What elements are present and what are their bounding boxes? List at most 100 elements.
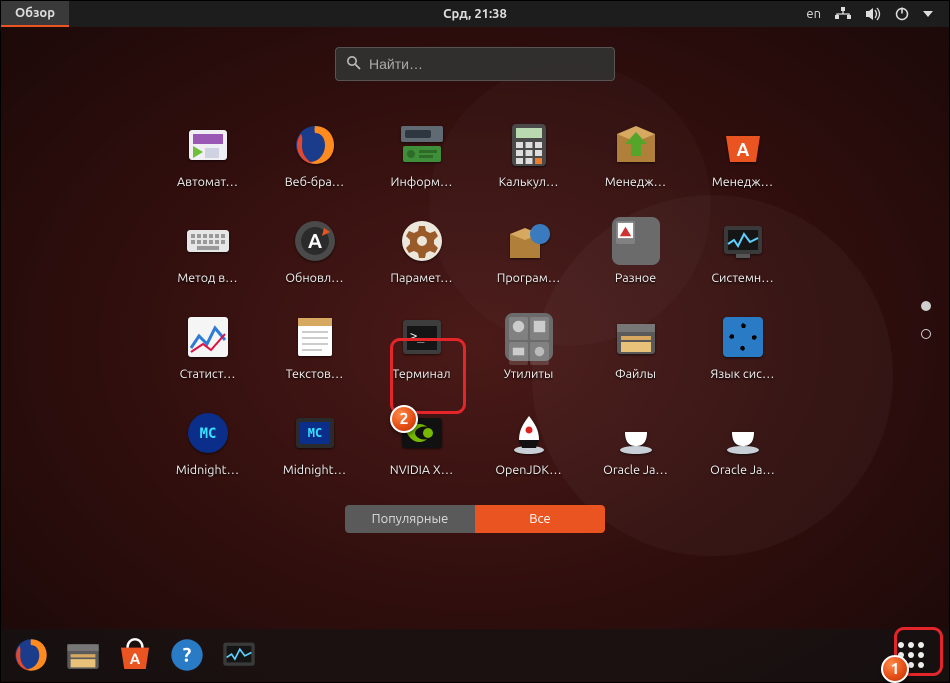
- app-language-support[interactable]: Язык сис…: [700, 313, 785, 381]
- app-label: Обновл…: [285, 271, 343, 285]
- folder-icon: [612, 217, 660, 265]
- dock-files[interactable]: [61, 633, 105, 677]
- app-icon: [184, 121, 232, 169]
- chevron-down-icon[interactable]: [923, 10, 933, 18]
- svg-text:?: ?: [183, 644, 192, 666]
- globe-un-icon: [719, 313, 767, 361]
- notepad-icon: [291, 313, 339, 361]
- calculator-icon: [505, 121, 553, 169]
- app-label: OpenJDK…: [495, 463, 561, 477]
- java-cup-icon: [719, 409, 767, 457]
- app-software-updater[interactable]: A Обновл…: [272, 217, 357, 285]
- package-icon: [612, 121, 660, 169]
- app-label: Утилиты: [504, 367, 554, 381]
- network-icon[interactable]: [835, 7, 851, 21]
- app-software-sources[interactable]: Програм…: [486, 217, 571, 285]
- page-dot-1[interactable]: [921, 301, 931, 311]
- svg-text:MC: MC: [199, 426, 216, 442]
- app-label: Веб-бра…: [285, 175, 345, 189]
- app-midnight-commander-1[interactable]: MC Midnight…: [165, 409, 250, 477]
- app-nvidia-settings[interactable]: NVIDIA X…: [379, 409, 464, 477]
- tab-all[interactable]: Все: [475, 505, 605, 533]
- power-icon[interactable]: [895, 7, 909, 21]
- app-label: Програм…: [497, 271, 561, 285]
- files-icon: [612, 313, 660, 361]
- app-label: Файлы: [615, 367, 656, 381]
- chart-icon: [184, 313, 232, 361]
- show-applications-button[interactable]: [889, 633, 933, 677]
- app-label: NVIDIA X…: [390, 463, 453, 477]
- app-label: Разное: [615, 271, 656, 285]
- svg-text:MC: MC: [307, 426, 321, 440]
- dock-firefox[interactable]: [9, 633, 53, 677]
- app-oracle-java-2[interactable]: Oracle Ja…: [700, 409, 785, 477]
- app-label: Терминал: [392, 367, 450, 381]
- updater-icon: A: [291, 217, 339, 265]
- mc-icon: MC: [291, 409, 339, 457]
- activities-label: Обзор: [15, 6, 55, 20]
- dock: A ?: [1, 629, 949, 681]
- app-label: Язык сис…: [711, 367, 775, 381]
- app-label: Oracle Ja…: [603, 463, 668, 477]
- search-input[interactable]: [369, 56, 604, 72]
- app-label: Midnight…: [283, 463, 346, 477]
- view-tabs: Популярные Все: [345, 505, 605, 533]
- app-firefox[interactable]: Веб-бра…: [272, 121, 357, 189]
- app-automat[interactable]: Автомат…: [165, 121, 250, 189]
- top-system-bar: Обзор Срд, 21:38 en: [1, 1, 949, 27]
- app-midnight-commander-2[interactable]: MC Midnight…: [272, 409, 357, 477]
- gear-icon: [398, 217, 446, 265]
- app-settings[interactable]: Парамет…: [379, 217, 464, 285]
- app-power-statistics[interactable]: Статист…: [165, 313, 250, 381]
- app-icon: [398, 121, 446, 169]
- app-input-method[interactable]: Метод в…: [165, 217, 250, 285]
- software-center-icon: A: [719, 121, 767, 169]
- terminal-icon: >_: [398, 313, 446, 361]
- folder-icon: [505, 313, 553, 361]
- system-tray: en: [806, 7, 949, 21]
- volume-icon[interactable]: [865, 7, 881, 21]
- app-label: Midnight…: [176, 463, 239, 477]
- java-cup-icon: [612, 409, 660, 457]
- app-label: Менедж…: [712, 175, 773, 189]
- activities-overview-button[interactable]: Обзор: [1, 1, 69, 27]
- app-text-editor[interactable]: Текстов…: [272, 313, 357, 381]
- app-label: Статист…: [180, 367, 236, 381]
- input-language-indicator[interactable]: en: [806, 7, 821, 21]
- app-oracle-java-1[interactable]: Oracle Ja…: [593, 409, 678, 477]
- app-folder-misc[interactable]: Разное: [593, 217, 678, 285]
- app-label: Парамет…: [390, 271, 452, 285]
- search-field[interactable]: [335, 47, 615, 81]
- app-label: Текстов…: [286, 367, 344, 381]
- app-calculator[interactable]: Калькул…: [486, 121, 571, 189]
- svg-text:>_: >_: [410, 329, 425, 343]
- app-label: Информ…: [391, 175, 453, 189]
- app-folder-utilities[interactable]: Утилиты: [486, 313, 571, 381]
- dock-software-center[interactable]: A: [113, 633, 157, 677]
- app-label: Автомат…: [177, 175, 238, 189]
- page-dot-2[interactable]: [921, 329, 931, 339]
- app-package-manager[interactable]: Менедж…: [593, 121, 678, 189]
- dock-system-monitor[interactable]: [217, 633, 261, 677]
- page-indicator[interactable]: [921, 301, 931, 339]
- app-label: Метод в…: [177, 271, 237, 285]
- search-icon: [346, 55, 361, 74]
- app-information[interactable]: Информ…: [379, 121, 464, 189]
- firefox-icon: [291, 121, 339, 169]
- app-label: Калькул…: [499, 175, 559, 189]
- dock-help[interactable]: ?: [165, 633, 209, 677]
- app-software-center[interactable]: A Менедж…: [700, 121, 785, 189]
- box-globe-icon: [505, 217, 553, 265]
- monitor-icon: [719, 217, 767, 265]
- app-files[interactable]: Файлы: [593, 313, 678, 381]
- apps-grid-icon: [898, 642, 924, 668]
- app-label: Системн…: [711, 271, 773, 285]
- app-openjdk[interactable]: OpenJDK…: [486, 409, 571, 477]
- svg-text:A: A: [307, 229, 321, 252]
- app-system-monitor[interactable]: Системн…: [700, 217, 785, 285]
- java-duke-icon: [505, 409, 553, 457]
- application-grid: Автомат… Веб-бра… Информ… Калькул… Менед…: [165, 121, 785, 477]
- app-label: Oracle Ja…: [710, 463, 775, 477]
- app-terminal[interactable]: >_ Терминал: [379, 313, 464, 381]
- tab-frequent[interactable]: Популярные: [345, 505, 475, 533]
